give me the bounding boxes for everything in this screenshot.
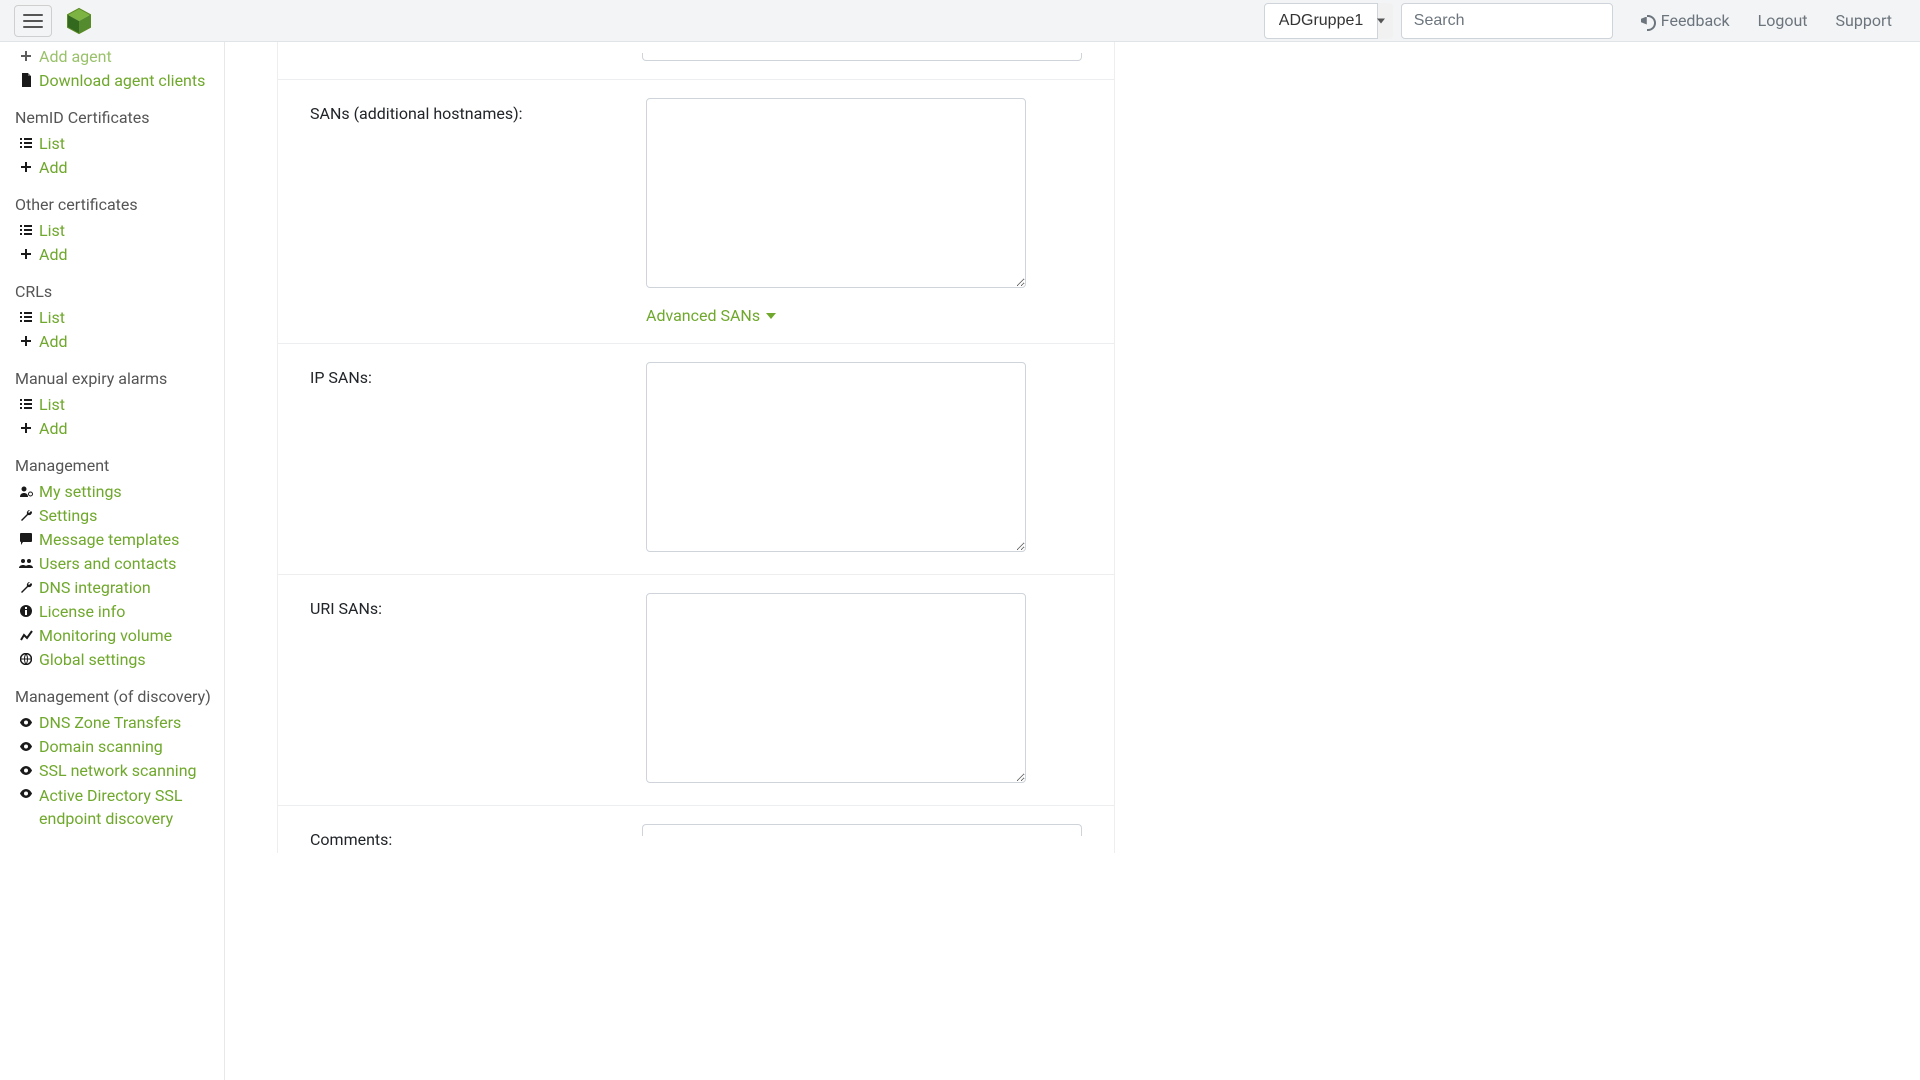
plus-icon [19,248,33,260]
sidebar-item-crls-list[interactable]: List [0,305,224,329]
sidebar-item-monitoring-volume[interactable]: Monitoring volume [0,623,224,647]
sidebar-heading-nemid: NemID Certificates [0,104,224,131]
sidebar-item-label: Domain scanning [39,737,163,756]
feedback-label: Feedback [1661,11,1730,30]
logout-link[interactable]: Logout [1744,11,1822,30]
app-logo[interactable] [66,7,92,35]
megaphone-icon [1641,15,1655,27]
sidebar-item-label: List [39,134,65,153]
sidebar-heading-discovery: Management (of discovery) [0,683,224,710]
sidebar-heading-management: Management [0,452,224,479]
sidebar-item-label: Global settings [39,650,146,669]
sidebar-item-crls-add[interactable]: Add [0,329,224,353]
sidebar-item-ssl-network[interactable]: SSL network scanning [0,758,224,782]
eye-icon [19,718,33,727]
sidebar-item-settings[interactable]: Settings [0,503,224,527]
sidebar-item-label: Add [39,332,67,351]
sidebar-item-domain-scanning[interactable]: Domain scanning [0,734,224,758]
sans-textarea[interactable] [646,98,1026,288]
sidebar-item-label: Active Directory SSL endpoint discovery [39,784,214,830]
ip-sans-textarea[interactable] [646,362,1026,552]
menu-toggle-button[interactable] [14,5,52,37]
people-icon [19,558,33,568]
sidebar-item-nemid-add[interactable]: Add [0,155,224,179]
sidebar-item-users-contacts[interactable]: Users and contacts [0,551,224,575]
ip-sans-label: IP SANs: [310,362,646,556]
sidebar-item-my-settings[interactable]: My settings [0,479,224,503]
sidebar-item-label: Download agent clients [39,71,205,90]
sidebar-item-global-settings[interactable]: Global settings [0,647,224,671]
wrench-icon [19,509,33,522]
sidebar-item-label: Settings [39,506,97,525]
sidebar-item-add-agent[interactable]: Add agent [0,44,224,68]
comments-label: Comments: [310,824,642,849]
sidebar: Add agent Download agent clients NemID C… [0,42,225,1080]
sidebar-item-label: DNS Zone Transfers [39,713,181,732]
sidebar-item-other-add[interactable]: Add [0,242,224,266]
plus-icon [19,335,33,347]
list-icon [19,399,33,409]
eye-icon [19,742,33,751]
list-icon [19,138,33,148]
sidebar-item-dns-integration[interactable]: DNS integration [0,575,224,599]
sidebar-item-label: Add [39,419,67,438]
eye-icon [19,766,33,775]
info-icon [19,605,33,617]
eye-icon [19,789,33,798]
list-icon [19,312,33,322]
search-input[interactable] [1401,3,1613,39]
sidebar-item-ad-ssl[interactable]: Active Directory SSL endpoint discovery [0,782,224,831]
sidebar-item-label: License info [39,602,125,621]
user-gear-icon [19,486,33,497]
topbar: ADGruppe1 Feedback Logout Support [0,0,1920,42]
sidebar-item-label: DNS integration [39,578,151,597]
sidebar-item-label: Users and contacts [39,554,176,573]
sidebar-item-alarms-add[interactable]: Add [0,416,224,440]
group-select[interactable]: ADGruppe1 [1264,3,1385,39]
advanced-sans-link[interactable]: Advanced SANs [646,306,776,325]
sidebar-item-label: List [39,308,65,327]
sidebar-item-nemid-list[interactable]: List [0,131,224,155]
sidebar-item-label: My settings [39,482,122,501]
sans-label: SANs (additional hostnames): [310,98,646,325]
sidebar-heading-alarms: Manual expiry alarms [0,365,224,392]
sidebar-item-message-templates[interactable]: Message templates [0,527,224,551]
sidebar-item-other-list[interactable]: List [0,218,224,242]
sidebar-heading-other-certs: Other certificates [0,191,224,218]
sidebar-item-license-info[interactable]: License info [0,599,224,623]
uri-sans-textarea[interactable] [646,593,1026,783]
sidebar-item-alarms-list[interactable]: List [0,392,224,416]
sidebar-item-label: Add agent [39,47,112,66]
sidebar-item-label: Message templates [39,530,179,549]
wrench-icon [19,581,33,594]
chevron-down-icon [766,313,776,319]
sidebar-item-label: List [39,221,65,240]
flag-icon [19,533,33,546]
main-content: SANs (additional hostnames): Advanced SA… [225,42,1920,1080]
sidebar-item-label: List [39,395,65,414]
plus-icon [19,161,33,173]
sidebar-item-label: SSL network scanning [39,761,197,780]
globe-icon [19,653,33,665]
sidebar-item-label: Add [39,245,67,264]
plus-icon [19,50,33,62]
sidebar-item-label: Add [39,158,67,177]
sidebar-item-download-clients[interactable]: Download agent clients [0,68,224,92]
sidebar-item-dns-zone[interactable]: DNS Zone Transfers [0,710,224,734]
advanced-sans-label: Advanced SANs [646,306,760,325]
chart-icon [19,630,33,641]
support-link[interactable]: Support [1822,11,1906,30]
feedback-link[interactable]: Feedback [1627,11,1744,30]
list-icon [19,225,33,235]
sidebar-heading-crls: CRLs [0,278,224,305]
uri-sans-label: URI SANs: [310,593,646,787]
sidebar-item-label: Monitoring volume [39,626,172,645]
plus-icon [19,422,33,434]
file-icon [19,73,33,87]
